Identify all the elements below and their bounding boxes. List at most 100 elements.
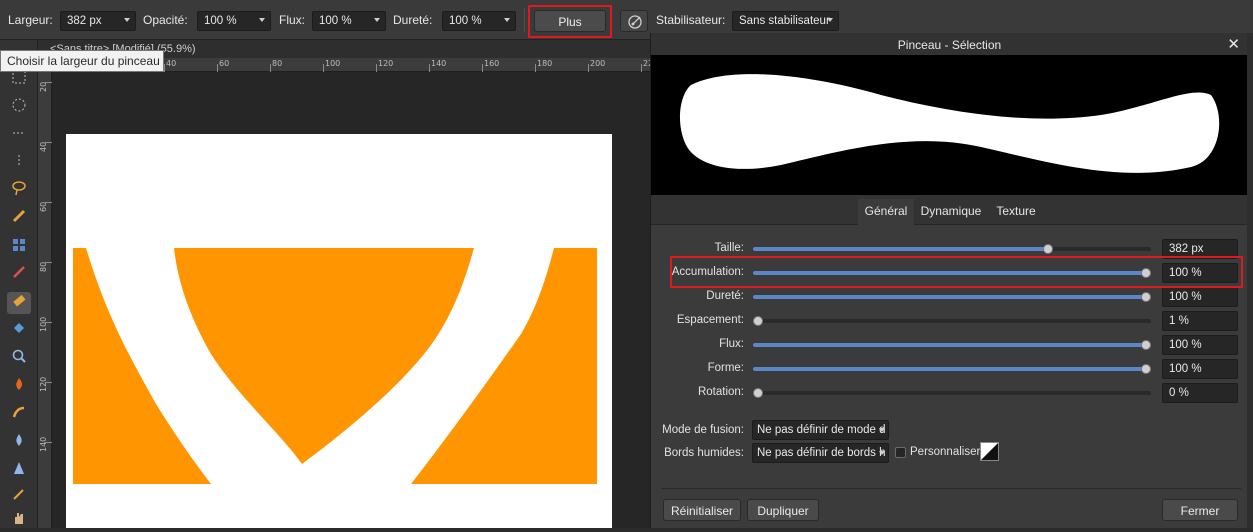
ruler-tick — [588, 64, 589, 72]
slider-knob[interactable] — [753, 316, 763, 326]
right-panel-strip — [1247, 33, 1253, 528]
bords-humides-label: Bords humides: — [664, 447, 744, 459]
reinitialiser-button[interactable]: Réinitialiser — [663, 499, 741, 521]
brush-stroke-preview — [679, 74, 1220, 173]
erase-brush-icon[interactable] — [7, 292, 31, 314]
ruler-tick — [217, 64, 218, 72]
column-marquee-icon[interactable] — [7, 152, 31, 174]
sharpen-icon[interactable] — [7, 460, 31, 482]
slider-track[interactable] — [753, 244, 1151, 254]
slider-knob[interactable] — [1141, 364, 1151, 374]
chevron-down-icon — [827, 18, 833, 22]
tab-dynamique[interactable]: Dynamique — [917, 199, 985, 225]
slider-knob[interactable] — [1141, 340, 1151, 350]
ruler-tick — [376, 64, 377, 72]
dupliquer-button[interactable]: Dupliquer — [747, 499, 819, 521]
slider-knob[interactable] — [753, 388, 763, 398]
ruler-tick — [270, 64, 271, 72]
slider-value-field[interactable]: 100 % — [1162, 287, 1238, 307]
durete-value: 100 % — [449, 15, 482, 27]
slider-knob[interactable] — [1141, 292, 1151, 302]
durete-field[interactable]: 100 % — [442, 11, 516, 31]
stabilizer-icon[interactable] — [620, 10, 648, 32]
slider-value-field[interactable]: 0 % — [1162, 383, 1238, 403]
ruler-tick — [535, 64, 536, 72]
slider-track[interactable] — [753, 364, 1151, 374]
slider-value-field[interactable]: 1 % — [1162, 311, 1238, 331]
slider-fill — [753, 295, 1151, 299]
tooltip-text: Choisir la largeur du pinceau — [7, 54, 160, 68]
canvas-artwork — [73, 248, 597, 484]
brush-preview — [651, 55, 1248, 195]
chevron-down-icon — [504, 18, 510, 22]
slider-value-field[interactable]: 100 % — [1162, 335, 1238, 355]
wet-edge-curve-icon[interactable] — [980, 442, 999, 461]
stabilisateur-field[interactable]: Sans stabilisateur — [732, 11, 839, 31]
ellipse-marquee-icon[interactable] — [7, 96, 31, 118]
slider-fill — [753, 367, 1151, 371]
slider-track[interactable] — [753, 292, 1151, 302]
ruler-number: 160 — [484, 59, 500, 68]
ruler-number: 40 — [39, 141, 48, 152]
ruler-number: 200 — [590, 59, 606, 68]
ruler-tick — [164, 64, 165, 72]
burn-icon[interactable] — [7, 376, 31, 398]
opacite-value: 100 % — [204, 15, 237, 27]
slider-track[interactable] — [753, 316, 1151, 326]
lasso-icon[interactable] — [7, 180, 31, 202]
blur-icon[interactable] — [7, 432, 31, 454]
dialog-tabs: Général Dynamique Texture — [651, 195, 1248, 225]
largeur-field[interactable]: 382 px — [60, 11, 136, 31]
chevron-down-icon — [374, 18, 380, 22]
fermer-button[interactable]: Fermer — [1162, 499, 1238, 521]
slider-value-field[interactable]: 100 % — [1162, 359, 1238, 379]
mode-fusion-combo[interactable]: Ne pas définir de mode d — [752, 420, 889, 440]
document-area: <Sans titre> [Modifié] (55.9%) 40 60 80 100… — [0, 40, 658, 528]
document-page[interactable] — [66, 134, 612, 528]
flux-label: Flux: — [279, 13, 306, 27]
highlight-frame — [528, 5, 612, 38]
bords-humides-value: Ne pas définir de bords h — [757, 447, 886, 459]
flood-select-icon[interactable] — [7, 236, 31, 258]
mode-fusion-label: Mode de fusion: — [662, 424, 744, 436]
personnaliser-checkbox[interactable] — [895, 447, 906, 458]
tab-texture[interactable]: Texture — [991, 199, 1041, 225]
bords-humides-combo[interactable]: Ne pas définir de bords h — [752, 443, 889, 463]
close-icon[interactable]: ✕ — [1227, 35, 1240, 53]
ruler-number: 40 — [166, 59, 177, 68]
ruler-number: 140 — [431, 59, 447, 68]
ruler-number: 140 — [39, 436, 48, 452]
slider-track[interactable] — [753, 340, 1151, 350]
vertical-ruler: 20 40 60 80 100 120 140 — [38, 72, 52, 528]
slider-label: Taille: — [714, 242, 744, 254]
ruler-number: 80 — [272, 59, 283, 68]
opacite-field[interactable]: 100 % — [197, 11, 271, 31]
zoom-icon[interactable] — [7, 348, 31, 370]
slider-track[interactable] — [753, 388, 1151, 398]
stabilisateur-value: Sans stabilisateur — [739, 15, 830, 27]
dialog-title-text: Pinceau - Sélection — [897, 38, 1002, 52]
selection-brush-icon[interactable] — [7, 208, 31, 230]
ruler-tick — [429, 64, 430, 72]
slider-knob[interactable] — [1042, 244, 1053, 254]
row-marquee-icon[interactable] — [7, 124, 31, 146]
slider-label: Forme: — [707, 362, 744, 374]
hand-icon[interactable] — [7, 510, 31, 532]
flux-value: 100 % — [319, 15, 352, 27]
dialog-title: Pinceau - Sélection — [651, 33, 1248, 55]
ruler-number: 100 — [325, 59, 341, 68]
largeur-value: 382 px — [67, 15, 102, 27]
ruler-number: 80 — [39, 261, 48, 272]
ruler-number: 20 — [39, 81, 48, 92]
chevron-down-icon — [124, 18, 130, 22]
tab-general[interactable]: Général — [858, 199, 914, 225]
chevron-down-icon — [879, 451, 885, 455]
fill-icon[interactable] — [7, 320, 31, 342]
color-picker-icon[interactable] — [7, 486, 31, 508]
flux-field[interactable]: 100 % — [312, 11, 386, 31]
paint-brush-icon[interactable] — [7, 264, 31, 286]
durete-label: Dureté: — [393, 13, 433, 27]
smudge-icon[interactable] — [7, 404, 31, 426]
ruler-number: 120 — [378, 59, 394, 68]
slider-label: Espacement: — [676, 314, 744, 326]
